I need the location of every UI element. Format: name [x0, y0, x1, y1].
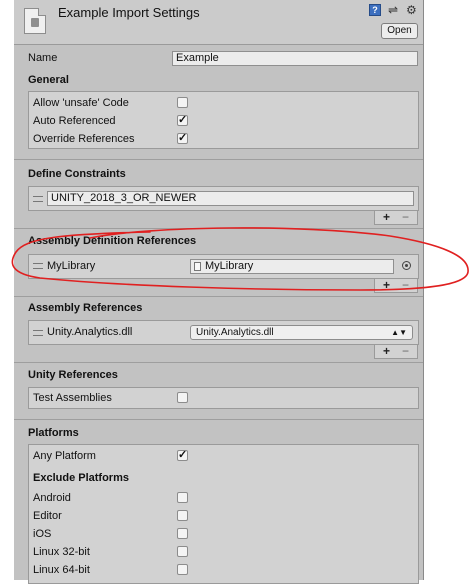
- assembly-references-add-remove: + −: [374, 345, 418, 359]
- add-button[interactable]: +: [383, 279, 390, 291]
- assembly-definition-references-add-remove: + −: [374, 279, 418, 293]
- asset-file-icon: [24, 8, 46, 34]
- auto-referenced-checkbox[interactable]: ✓: [177, 115, 188, 126]
- remove-button[interactable]: −: [402, 345, 409, 357]
- inspector-header: Example Import Settings ? ⇌ ⚙ Open: [14, 0, 423, 45]
- divider: [14, 362, 423, 363]
- dropdown-value: Unity.Analytics.dll: [196, 327, 274, 338]
- divider: [14, 419, 423, 420]
- name-field[interactable]: Example: [172, 51, 418, 66]
- platform-editor-checkbox[interactable]: [177, 510, 188, 521]
- object-picker-icon[interactable]: [402, 261, 411, 270]
- drag-handle-icon[interactable]: [33, 330, 43, 336]
- assembly-references-heading: Assembly References: [28, 302, 143, 314]
- define-constraints-heading: Define Constraints: [28, 168, 126, 180]
- platforms-box: [28, 444, 419, 584]
- auto-referenced-label: Auto Referenced: [33, 115, 116, 127]
- open-button[interactable]: Open: [381, 23, 418, 39]
- assembly-reference-item-label: Unity.Analytics.dll: [47, 326, 133, 338]
- test-assemblies-checkbox[interactable]: [177, 392, 188, 403]
- any-platform-label: Any Platform: [33, 450, 96, 462]
- define-constraint-field[interactable]: UNITY_2018_3_OR_NEWER: [47, 191, 414, 206]
- remove-button[interactable]: −: [402, 211, 409, 223]
- platform-android-checkbox[interactable]: [177, 492, 188, 503]
- name-label: Name: [28, 52, 58, 64]
- platform-android-label: Android: [33, 492, 71, 504]
- object-value: MyLibrary: [205, 260, 254, 272]
- platforms-heading: Platforms: [28, 427, 79, 439]
- exclude-platforms-heading: Exclude Platforms: [33, 472, 129, 484]
- override-references-checkbox[interactable]: ✓: [177, 133, 188, 144]
- add-button[interactable]: +: [383, 345, 390, 357]
- platform-ios-checkbox[interactable]: [177, 528, 188, 539]
- object-field[interactable]: MyLibrary: [190, 259, 394, 274]
- assembly-definition-references-heading: Assembly Definition References: [28, 235, 197, 247]
- remove-button[interactable]: −: [402, 279, 409, 291]
- test-assemblies-label: Test Assemblies: [33, 392, 112, 404]
- assembly-reference-dropdown[interactable]: Unity.Analytics.dll ▲▼: [190, 325, 413, 340]
- settings-sliders-icon[interactable]: ⇌: [388, 4, 400, 16]
- allow-unsafe-label: Allow 'unsafe' Code: [33, 97, 129, 109]
- dropdown-arrows-icon: ▲▼: [391, 328, 407, 337]
- platform-linux32-checkbox[interactable]: [177, 546, 188, 557]
- drag-handle-icon[interactable]: [33, 196, 43, 202]
- assembly-definition-item-label: MyLibrary: [47, 260, 96, 272]
- platform-editor-label: Editor: [33, 510, 62, 522]
- divider: [14, 228, 423, 229]
- platform-ios-label: iOS: [33, 528, 52, 540]
- any-platform-checkbox[interactable]: ✓: [177, 450, 188, 461]
- inspector-panel: Example Import Settings ? ⇌ ⚙ Open Name …: [14, 0, 424, 584]
- unity-references-heading: Unity References: [28, 369, 118, 381]
- add-button[interactable]: +: [383, 211, 390, 223]
- define-constraints-add-remove: + −: [374, 211, 418, 225]
- gear-icon[interactable]: ⚙: [406, 4, 418, 16]
- override-references-label: Override References: [33, 133, 135, 145]
- divider: [14, 159, 423, 160]
- platform-linux32-label: Linux 32-bit: [33, 546, 90, 558]
- help-icon[interactable]: ?: [369, 4, 381, 16]
- platform-linux64-checkbox[interactable]: [177, 564, 188, 575]
- allow-unsafe-checkbox[interactable]: [177, 97, 188, 108]
- general-heading: General: [28, 74, 69, 86]
- inspector-title: Example Import Settings: [58, 5, 200, 20]
- platform-linux64-label: Linux 64-bit: [33, 564, 90, 576]
- divider: [14, 296, 423, 297]
- drag-handle-icon[interactable]: [33, 263, 43, 269]
- asset-file-icon: [194, 262, 201, 271]
